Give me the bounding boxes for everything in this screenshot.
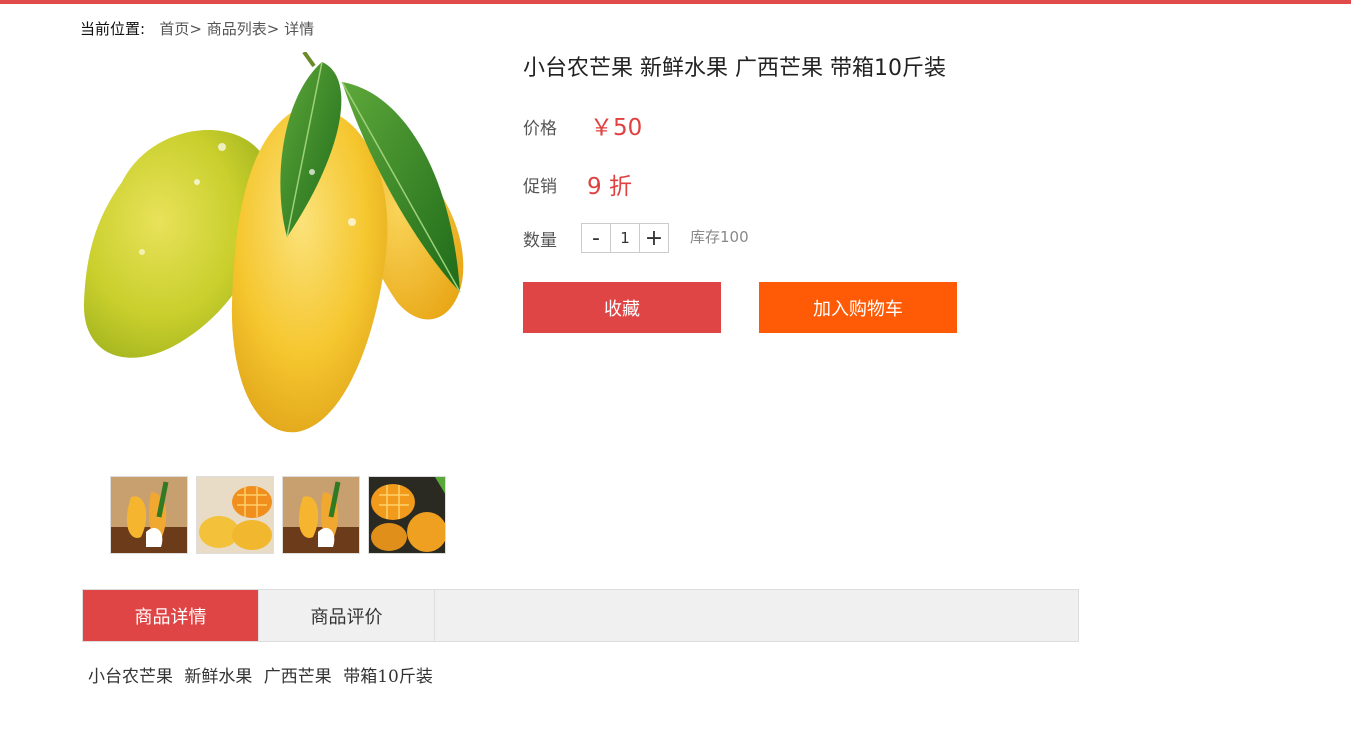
price-value: ￥50 xyxy=(590,115,643,141)
thumbnail-image[interactable] xyxy=(196,476,274,554)
breadcrumb-list-link[interactable]: 商品列表 xyxy=(207,20,267,38)
quantity-decrement-button[interactable]: - xyxy=(581,223,611,253)
promotion-label: 促销 xyxy=(523,177,557,197)
breadcrumb-label: 当前位置: xyxy=(80,20,146,38)
breadcrumb-separator: > xyxy=(189,20,202,38)
product-main-image xyxy=(82,50,468,440)
thumbnail-image[interactable] xyxy=(282,476,360,554)
tab-product-reviews[interactable]: 商品评价 xyxy=(259,590,435,641)
promotion-value: 9 折 xyxy=(587,174,632,200)
breadcrumb-home-link[interactable]: 首页 xyxy=(159,20,189,38)
breadcrumb: 当前位置: 首页> 商品列表> 详情 xyxy=(80,18,314,39)
detail-tabs: 商品详情 商品评价 xyxy=(82,589,1079,642)
add-to-cart-button[interactable]: 加入购物车 xyxy=(759,282,957,333)
quantity-input[interactable]: 1 xyxy=(611,223,639,253)
top-accent-bar xyxy=(0,0,1351,4)
tab-product-details[interactable]: 商品详情 xyxy=(83,590,259,641)
product-title: 小台农芒果 新鲜水果 广西芒果 带箱10斤装 xyxy=(523,56,946,81)
price-label: 价格 xyxy=(523,119,557,139)
favorite-button[interactable]: 收藏 xyxy=(523,282,721,333)
product-detail-text: 小台农芒果 新鲜水果 广西芒果 带箱10斤装 xyxy=(88,667,433,687)
breadcrumb-separator: > xyxy=(266,20,280,38)
quantity-increment-button[interactable]: + xyxy=(639,223,669,253)
thumbnail-image[interactable] xyxy=(110,476,188,554)
stock-count: 库存100 xyxy=(690,228,749,246)
quantity-label: 数量 xyxy=(523,231,557,251)
thumbnail-strip xyxy=(110,476,446,554)
thumbnail-image[interactable] xyxy=(368,476,446,554)
quantity-stepper: - 1 + xyxy=(581,223,669,253)
breadcrumb-current: 详情 xyxy=(284,20,315,38)
